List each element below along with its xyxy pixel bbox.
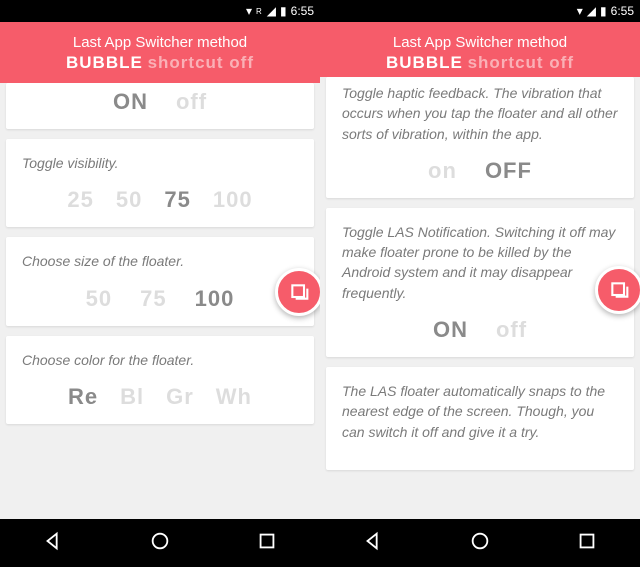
las-floater[interactable]: [275, 268, 320, 316]
opt-s50[interactable]: 50: [86, 286, 112, 312]
opt-75[interactable]: 75: [164, 187, 190, 213]
home-button[interactable]: [149, 530, 171, 557]
card-color: Choose color for the floater. Re Bl Gr W…: [6, 336, 314, 424]
opt-bl[interactable]: Bl: [120, 384, 144, 410]
header-subtitle: BUBBLE shortcut off: [0, 53, 320, 73]
haptic-options: on OFF: [342, 158, 618, 184]
wifi-icon: ▾: [246, 4, 252, 18]
header-title: Last App Switcher method: [0, 34, 320, 51]
phone-right: ▾ ◢ ▮ 6:55 Last App Switcher method BUBB…: [320, 0, 640, 567]
status-bar: ▾ R ◢ ▮ 6:55: [0, 0, 320, 22]
opt-25[interactable]: 25: [67, 187, 93, 213]
opt-h-off[interactable]: OFF: [485, 158, 532, 184]
opt-on[interactable]: ON: [113, 89, 148, 115]
floater-icon: [609, 280, 629, 300]
las-floater[interactable]: [595, 266, 640, 314]
card-snap: The LAS floater automatically snaps to t…: [326, 367, 634, 470]
color-options: Re Bl Gr Wh: [22, 384, 298, 410]
method-shortcut: shortcut off: [148, 53, 254, 72]
snap-desc: The LAS floater automatically snaps to t…: [342, 381, 618, 442]
opt-50[interactable]: 50: [116, 187, 142, 213]
method-shortcut: shortcut off: [468, 53, 574, 72]
haptic-desc: Toggle haptic feedback. The vibration th…: [342, 83, 618, 144]
card-haptic: Toggle haptic feedback. The vibration th…: [326, 77, 634, 198]
home-button[interactable]: [469, 530, 491, 557]
notif-desc: Toggle LAS Notification. Switching it of…: [342, 222, 618, 303]
opt-s75[interactable]: 75: [140, 286, 166, 312]
content-area[interactable]: Toggle haptic feedback. The vibration th…: [320, 77, 640, 508]
toggle-options: ON off: [22, 89, 298, 115]
method-bubble: BUBBLE: [66, 53, 143, 72]
card-notification: Toggle LAS Notification. Switching it of…: [326, 208, 634, 357]
wifi-icon: ▾: [577, 4, 583, 18]
opt-re[interactable]: Re: [68, 384, 98, 410]
network-r: R: [256, 7, 262, 16]
opt-gr[interactable]: Gr: [166, 384, 194, 410]
card-size: Choose size of the floater. 50 75 100: [6, 237, 314, 325]
opt-h-on[interactable]: on: [428, 158, 457, 184]
battery-icon: ▮: [280, 4, 287, 18]
back-button[interactable]: [42, 530, 64, 557]
card-visibility: Toggle visibility. 25 50 75 100: [6, 139, 314, 227]
clock: 6:55: [291, 4, 314, 18]
status-bar: ▾ ◢ ▮ 6:55: [320, 0, 640, 22]
color-desc: Choose color for the floater.: [22, 350, 298, 370]
recent-button[interactable]: [256, 530, 278, 557]
method-bubble: BUBBLE: [386, 53, 463, 72]
clock: 6:55: [611, 4, 634, 18]
opt-wh[interactable]: Wh: [216, 384, 252, 410]
floater-icon: [289, 282, 309, 302]
signal-icon: ◢: [587, 4, 596, 18]
opt-n-off[interactable]: off: [496, 317, 527, 343]
phone-left: ▾ R ◢ ▮ 6:55 Last App Switcher method BU…: [0, 0, 320, 567]
content-area[interactable]: ON off Toggle visibility. 25 50 75 100 C…: [0, 83, 320, 514]
visibility-desc: Toggle visibility.: [22, 153, 298, 173]
notif-options: ON off: [342, 317, 618, 343]
nav-bar: [0, 519, 320, 567]
card-toggle: ON off: [6, 83, 314, 129]
opt-n-on[interactable]: ON: [433, 317, 468, 343]
size-options: 50 75 100: [22, 286, 298, 312]
signal-icon: ◢: [267, 4, 276, 18]
back-button[interactable]: [362, 530, 384, 557]
opt-s100[interactable]: 100: [195, 286, 235, 312]
battery-icon: ▮: [600, 4, 607, 18]
opt-off[interactable]: off: [176, 89, 207, 115]
header-subtitle: BUBBLE shortcut off: [320, 53, 640, 73]
nav-bar: [320, 519, 640, 567]
header-title: Last App Switcher method: [320, 34, 640, 51]
opt-100[interactable]: 100: [213, 187, 253, 213]
recent-button[interactable]: [576, 530, 598, 557]
visibility-options: 25 50 75 100: [22, 187, 298, 213]
app-header: Last App Switcher method BUBBLE shortcut…: [320, 22, 640, 83]
app-header: Last App Switcher method BUBBLE shortcut…: [0, 22, 320, 83]
size-desc: Choose size of the floater.: [22, 251, 298, 271]
